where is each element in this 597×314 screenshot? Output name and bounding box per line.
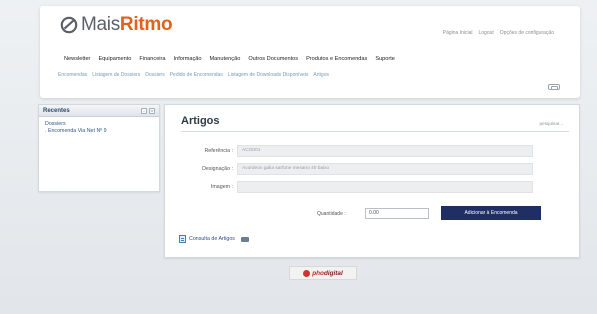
header-collapse-icon[interactable] bbox=[548, 84, 560, 90]
recent-panel-title: Recentes bbox=[43, 107, 70, 114]
recent-item-encomenda-label: Encomenda Via Net Nº 9 bbox=[47, 128, 107, 134]
logo-icon bbox=[60, 16, 78, 34]
close-icon[interactable]: × bbox=[149, 107, 155, 114]
nav-outros-documentos[interactable]: Outros Documentos bbox=[248, 56, 298, 62]
quantity-label: Quantidade : bbox=[317, 211, 346, 217]
add-to-order-button[interactable]: Adicionar à Encomenda bbox=[441, 206, 541, 220]
nav-newsletter[interactable]: Newsletter bbox=[64, 56, 90, 62]
books-icon bbox=[240, 236, 249, 242]
subnav-encomendas[interactable]: Encomendas bbox=[58, 72, 87, 78]
header: Mais Ritmo Página Inicial Logout Opções d… bbox=[40, 6, 580, 98]
recent-list: Dossiers . Encomenda Via Net Nº 9 bbox=[39, 117, 159, 139]
referencia-value: ACO001 bbox=[237, 145, 533, 157]
logo-mais: Mais bbox=[81, 14, 120, 35]
nav-produtos-encomendas[interactable]: Produtos e Encomendas bbox=[306, 56, 367, 62]
settings-link[interactable]: Opções de configuração bbox=[500, 30, 554, 36]
nav-suporte[interactable]: Suporte bbox=[375, 56, 395, 62]
recent-item-dossiers[interactable]: Dossiers bbox=[45, 121, 153, 128]
imagem-label: Imagem : bbox=[210, 184, 233, 190]
page-title: Artigos bbox=[181, 115, 220, 127]
phc-logo-pho: pho bbox=[312, 269, 324, 277]
field-referencia: Referência : ACO001 bbox=[181, 145, 533, 157]
designacao-label: Designação : bbox=[202, 166, 233, 172]
subnav-pedido-encomendas[interactable]: Pedido de Encomendas bbox=[170, 72, 223, 78]
nav-informacao[interactable]: Informação bbox=[174, 56, 202, 62]
recent-panel-controls: - × bbox=[141, 107, 155, 114]
recent-panel-header: Recentes - × bbox=[39, 105, 159, 117]
brand-logo[interactable]: Mais Ritmo bbox=[60, 14, 173, 36]
title-divider bbox=[181, 131, 569, 132]
subnav-dossiers[interactable]: Dossiers bbox=[145, 72, 164, 78]
main-nav: Newsletter Equipamento Financeira Inform… bbox=[64, 56, 395, 62]
sub-nav: Encomendas Listagem de Dossiers Dossiers… bbox=[58, 72, 329, 78]
phc-digital-logo[interactable]: pho digital bbox=[289, 266, 357, 280]
subnav-listagem-dossiers[interactable]: Listagem de Dossiers bbox=[92, 72, 140, 78]
subnav-artigos[interactable]: Artigos bbox=[313, 72, 329, 78]
top-links: Página Inicial Logout Opções de configur… bbox=[443, 30, 554, 36]
recent-panel: Recentes - × Dossiers . Encomenda Via Ne… bbox=[38, 104, 160, 192]
minimize-icon[interactable]: - bbox=[141, 107, 147, 114]
field-designacao: Designação : Acordeon galia sarfone mesa… bbox=[181, 163, 533, 175]
subnav-listagem-downloads[interactable]: Listagem de Downloads Disponíveis bbox=[228, 72, 309, 78]
document-icon bbox=[179, 235, 186, 243]
phc-logo-digital: digital bbox=[323, 269, 343, 277]
consulta-artigos-label: Consulta de Artigos bbox=[189, 236, 235, 242]
home-link[interactable]: Página Inicial bbox=[443, 30, 473, 36]
phc-mark-icon bbox=[303, 269, 311, 277]
referencia-label: Referência : bbox=[204, 148, 233, 154]
nav-financeira[interactable]: Financeira bbox=[139, 56, 165, 62]
recent-item-encomenda[interactable]: . Encomenda Via Net Nº 9 bbox=[45, 128, 153, 135]
quantity-input[interactable]: 0.00 bbox=[365, 208, 429, 219]
field-imagem: Imagem : bbox=[181, 181, 533, 193]
imagem-value bbox=[237, 181, 533, 193]
consulta-artigos-link[interactable]: Consulta de Artigos bbox=[179, 235, 249, 243]
nav-manutencao[interactable]: Manutenção bbox=[210, 56, 241, 62]
logout-link[interactable]: Logout bbox=[479, 30, 494, 36]
search-link[interactable]: pesquisar... bbox=[540, 121, 564, 126]
nav-equipamento[interactable]: Equipamento bbox=[98, 56, 131, 62]
designacao-value: Acordeon galia sarfone mesano 40 baixo bbox=[237, 163, 533, 175]
artigos-panel: Artigos pesquisar... Referência : ACO001… bbox=[164, 104, 580, 258]
logo-ritmo: Ritmo bbox=[119, 14, 173, 35]
